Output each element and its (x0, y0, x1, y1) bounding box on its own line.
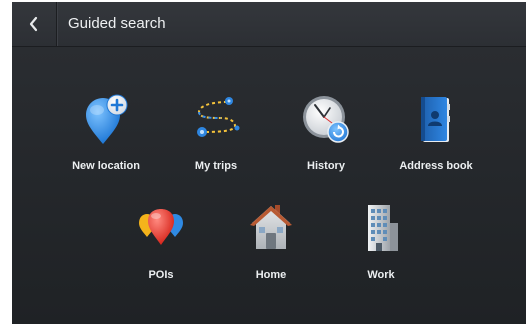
pois-button[interactable]: POIs (111, 203, 211, 299)
work-button[interactable]: Work (331, 203, 431, 299)
address-book-icon (421, 97, 450, 142)
title-bar: Guided search (12, 2, 526, 47)
chevron-left-icon (29, 16, 38, 32)
guided-search-screen: Guided search New location My trips Hist… (12, 2, 526, 324)
new-location-button[interactable]: New location (56, 94, 156, 190)
house-icon (250, 205, 292, 249)
office-building-icon (368, 205, 398, 251)
history-button[interactable]: History (276, 94, 376, 190)
my-trips-button[interactable]: My trips (166, 94, 266, 190)
back-button[interactable] (12, 2, 56, 46)
tile-label: Home (255, 269, 287, 281)
page-title: Guided search (68, 15, 166, 32)
header-divider (56, 2, 57, 46)
map-pin-plus-icon (86, 94, 128, 144)
tile-label: History (307, 160, 345, 172)
home-button[interactable]: Home (221, 203, 321, 299)
poi-pins-icon (139, 209, 183, 245)
tile-label: New location (72, 160, 140, 172)
tile-label: Address book (399, 160, 473, 172)
clock-history-icon (303, 96, 349, 143)
tile-label: POIs (148, 269, 174, 281)
address-book-button[interactable]: Address book (386, 94, 486, 190)
tile-label: Work (367, 269, 395, 281)
route-icon (197, 97, 240, 137)
tile-label: My trips (194, 160, 238, 172)
